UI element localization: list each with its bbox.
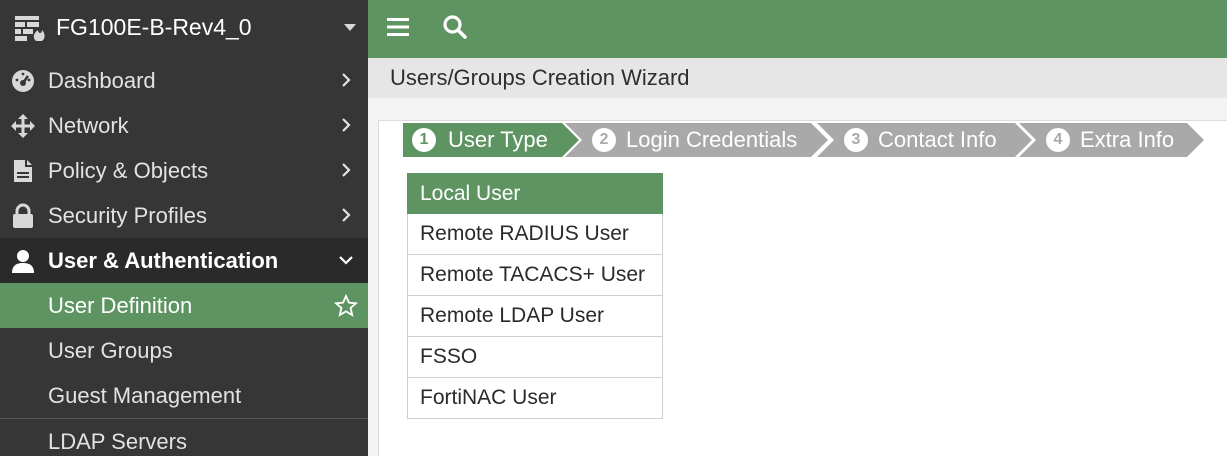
lock-icon <box>13 203 33 228</box>
sidebar-subitem-user-definition[interactable]: User Definition <box>0 283 368 328</box>
device-selector[interactable]: FG100E-B-Rev4_0 <box>0 0 368 56</box>
wizard-step-login-credentials[interactable]: 2 Login Credentials <box>561 123 831 157</box>
main-content: 1 User Type 2 Login Credentials 3 Contac… <box>368 98 1227 456</box>
sidebar-item-user-authentication[interactable]: User & Authentication <box>0 238 368 283</box>
search-icon[interactable] <box>442 14 468 40</box>
star-favorite-icon[interactable] <box>334 294 358 318</box>
top-bar <box>368 0 1227 58</box>
sidebar-subitem-label: User Groups <box>48 338 173 363</box>
sidebar-subitem-guest-management[interactable]: Guest Management <box>0 373 368 418</box>
step-label: Extra Info <box>1080 127 1175 152</box>
user-type-option-local-user[interactable]: Local User <box>407 173 663 214</box>
sidebar-item-dashboard[interactable]: Dashboard <box>0 58 368 103</box>
wizard-step-contact-info[interactable]: 3 Contact Info <box>813 123 1035 157</box>
user-type-option-remote-ldap-user[interactable]: Remote LDAP User <box>407 296 663 337</box>
sidebar-subitem-label: User Definition <box>48 293 193 318</box>
step-number-badge: 3 <box>844 128 868 152</box>
chevron-right-icon <box>342 163 351 177</box>
user-type-option-remote-radius-user[interactable]: Remote RADIUS User <box>407 214 663 255</box>
user-type-option-fsso[interactable]: FSSO <box>407 337 663 378</box>
sidebar: FG100E-B-Rev4_0 Dashboard Network Policy… <box>0 0 368 456</box>
wizard-step-user-type[interactable]: 1 User Type <box>403 123 583 157</box>
hamburger-menu-icon[interactable] <box>386 15 410 39</box>
device-name: FG100E-B-Rev4_0 <box>56 14 252 40</box>
wizard-panel: 1 User Type 2 Login Credentials 3 Contac… <box>378 120 1227 456</box>
sidebar-item-network[interactable]: Network <box>0 103 368 148</box>
dashboard-gauge-icon <box>12 70 34 92</box>
step-label: User Type <box>448 127 548 152</box>
sidebar-subitem-label: Guest Management <box>48 383 242 408</box>
sidebar-item-label: Network <box>48 113 129 138</box>
caret-down-icon[interactable] <box>344 24 356 31</box>
sidebar-subitem-ldap-servers[interactable]: LDAP Servers <box>0 419 368 456</box>
chevron-right-icon <box>342 118 351 132</box>
chevron-down-icon <box>339 256 353 265</box>
sidebar-item-label: User & Authentication <box>48 248 279 273</box>
step-number-badge: 1 <box>412 128 436 152</box>
sidebar-item-policy-objects[interactable]: Policy & Objects <box>0 148 368 193</box>
sidebar-item-label: Security Profiles <box>48 203 207 228</box>
step-number-badge: 2 <box>592 128 616 152</box>
chevron-right-icon <box>342 73 351 87</box>
step-number-badge: 4 <box>1046 128 1070 152</box>
step-label: Contact Info <box>878 127 997 152</box>
page-title-bar: Users/Groups Creation Wizard <box>368 58 1227 98</box>
user-type-option-remote-tacacs-user[interactable]: Remote TACACS+ User <box>407 255 663 296</box>
sidebar-subitem-user-groups[interactable]: User Groups <box>0 328 368 373</box>
policy-document-icon <box>14 160 32 182</box>
sidebar-item-label: Policy & Objects <box>48 158 209 183</box>
wizard-step-extra-info[interactable]: 4 Extra Info <box>1015 123 1207 157</box>
sidebar-item-security-profiles[interactable]: Security Profiles <box>0 193 368 238</box>
user-icon <box>12 250 34 273</box>
chevron-right-icon <box>342 208 351 222</box>
step-label: Login Credentials <box>626 127 798 152</box>
sidebar-item-label: Dashboard <box>48 68 156 93</box>
page-title: Users/Groups Creation Wizard <box>390 65 690 90</box>
user-type-list: Local User Remote RADIUS User Remote TAC… <box>407 173 663 419</box>
firewall-device-icon <box>15 16 45 41</box>
user-type-option-fortinac-user[interactable]: FortiNAC User <box>407 378 663 419</box>
wizard-steps: 1 User Type 2 Login Credentials 3 Contac… <box>403 123 1223 157</box>
sidebar-subitem-label: LDAP Servers <box>48 429 187 454</box>
network-move-icon <box>11 114 35 138</box>
